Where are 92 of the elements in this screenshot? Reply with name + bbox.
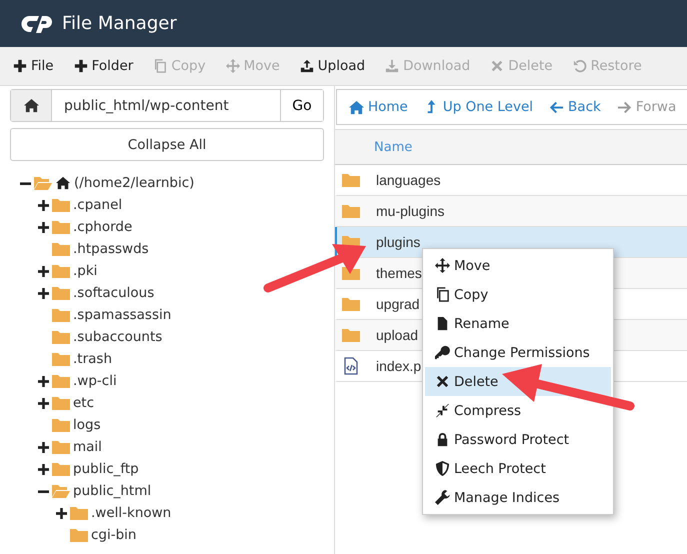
move-icon [226,59,240,73]
nav-button[interactable]: Home [341,99,416,115]
expand-icon[interactable] [38,222,49,232]
home-icon [349,100,364,114]
code-file-icon [342,357,360,375]
folder-icon [342,297,360,311]
tree-item[interactable]: .htpasswds [73,241,149,257]
folder-icon [52,374,70,388]
open-folder-icon [34,176,52,190]
folder-icon [52,440,70,454]
folder-icon [70,506,88,520]
menu-item[interactable]: Copy [425,280,611,309]
folder-icon [52,396,70,410]
left-arrow-icon [549,100,564,114]
tree-item[interactable]: .well-known [91,505,172,521]
expand-icon[interactable] [56,508,67,518]
toolbar-button[interactable]: File [6,58,61,74]
folder-icon [52,220,70,234]
plus-icon [74,59,88,73]
tree-item[interactable]: .spamassassin [73,307,172,323]
expand-icon[interactable] [38,398,49,408]
nav-button[interactable]: Back [541,99,609,115]
tree-item[interactable]: .cpanel [73,197,122,213]
tree-item[interactable]: cgi-bin [91,527,136,543]
file-name: index.p [376,358,422,374]
folder-icon [342,204,360,218]
menu-item[interactable]: Manage Indices [425,483,611,512]
file-name: upload [376,327,418,343]
path-field[interactable]: public_html/wp-content Go [10,89,324,122]
expand-icon[interactable] [38,376,49,386]
tree-item[interactable]: etc [73,395,94,411]
tree-item[interactable]: .subaccounts [73,329,162,345]
file-name: mu-plugins [376,203,444,219]
folder-icon [52,242,70,256]
file-name: plugins [376,234,420,250]
folder-icon [52,418,70,432]
open-folder-icon [52,484,70,498]
tree-item[interactable]: .pki [73,263,98,279]
folder-icon [342,328,360,342]
document-icon [435,316,450,331]
file-name: themes [376,265,422,281]
folder-icon [342,173,360,187]
home-icon [55,176,71,190]
lock-icon [435,432,450,447]
nav-button[interactable]: Up One Level [416,99,542,115]
folder-icon [52,198,70,212]
tree-item[interactable]: public_html [73,483,152,499]
expand-icon[interactable] [38,266,49,276]
tree-item[interactable]: public_ftp [73,461,139,477]
tree-item[interactable]: .softaculous [73,285,154,301]
undo-icon [572,59,587,73]
tree-item[interactable]: .wp-cli [73,373,117,389]
toolbar-button[interactable]: Upload [292,58,372,74]
go-button[interactable]: Go [280,90,323,121]
right-arrow-icon [616,100,632,114]
copy-icon [153,59,168,73]
file-name: upgrad [376,296,420,312]
download-icon [385,59,400,73]
copy-icon [435,287,450,302]
folder-icon [52,264,70,278]
key-icon [435,345,450,360]
close-icon [490,59,504,73]
folder-icon [52,286,70,300]
folder-icon [70,528,88,542]
folder-icon [52,462,70,476]
menu-item[interactable]: Password Protect [425,425,611,454]
file-row[interactable]: mu-plugins [335,196,687,227]
expand-icon[interactable] [38,464,49,474]
app-title: File Manager [62,13,177,34]
toolbar-button[interactable]: Folder [66,58,140,74]
move-icon [435,258,450,273]
tree-item[interactable]: (/home2/learnbic) [74,175,194,191]
upload-icon [300,59,314,73]
collapse-all-button[interactable]: Collapse All [10,128,324,161]
menu-item[interactable]: Leech Protect [425,454,611,483]
folder-icon [52,330,70,344]
expand-icon[interactable] [38,288,49,298]
menu-item[interactable]: Rename [425,309,611,338]
tree-item[interactable]: logs [73,417,101,433]
tree-item[interactable]: .cphorde [73,219,132,235]
tree-item[interactable]: mail [73,439,102,455]
expand-icon[interactable] [38,200,49,210]
folder-icon [52,308,70,322]
plus-icon [13,59,27,73]
compress-icon [435,403,450,418]
expand-icon[interactable] [38,442,49,452]
home-icon [24,98,38,113]
shield-icon [435,461,450,476]
wrench-icon [435,490,450,505]
tree-item[interactable]: .trash [73,351,112,367]
folder-icon [52,352,70,366]
file-name: languages [376,172,441,188]
